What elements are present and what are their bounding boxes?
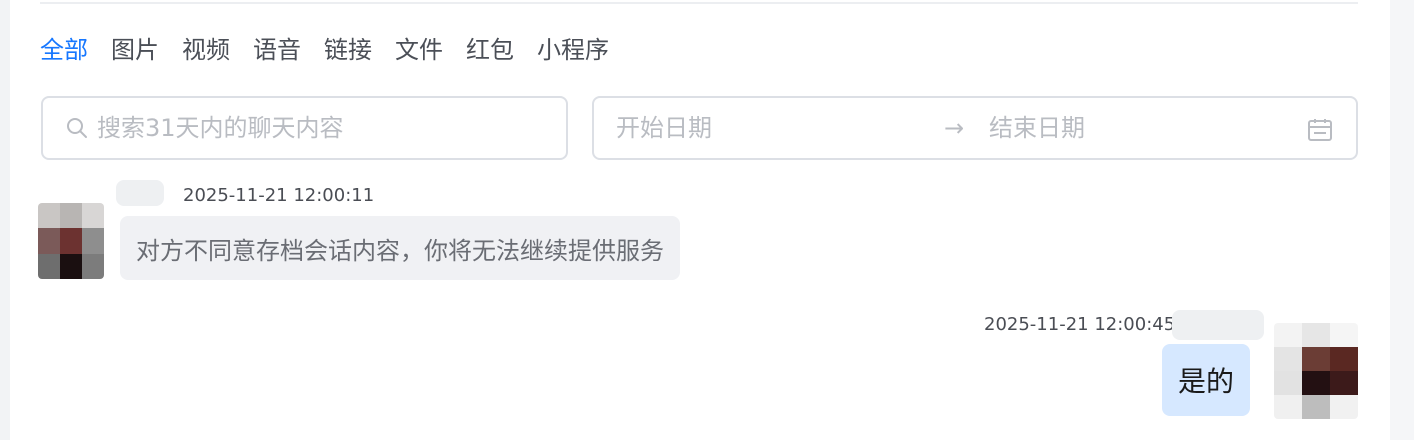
tab-files[interactable]: 文件 xyxy=(395,32,443,68)
tab-links[interactable]: 链接 xyxy=(324,32,372,68)
search-icon xyxy=(67,118,87,138)
calendar-icon[interactable] xyxy=(1306,116,1334,144)
outgoing-message-bubble: 是的 xyxy=(1162,344,1251,416)
tab-videos[interactable]: 视频 xyxy=(182,32,230,68)
avatar-pixel xyxy=(1274,347,1302,371)
tab-mini-programs[interactable]: 小程序 xyxy=(537,32,609,68)
avatar-pixel xyxy=(82,253,104,279)
avatar-pixel xyxy=(1274,371,1302,395)
tab-images[interactable]: 图片 xyxy=(111,32,159,68)
avatar-pixel xyxy=(38,228,60,254)
sender-name-redacted xyxy=(1172,310,1264,340)
filter-tabs: 全部 图片 视频 语音 链接 文件 红包 小程序 xyxy=(40,32,632,68)
avatar-pixel xyxy=(1302,323,1330,347)
right-gutter xyxy=(1390,0,1414,440)
message-timestamp: 2025-11-21 12:00:45 xyxy=(984,314,1176,335)
avatar-pixel xyxy=(82,228,104,254)
end-date-input[interactable] xyxy=(989,114,1249,142)
avatar-pixel xyxy=(1330,371,1358,395)
sender-name-redacted xyxy=(116,180,164,206)
avatar-pixel xyxy=(1302,347,1330,371)
tab-voice[interactable]: 语音 xyxy=(253,32,301,68)
tab-all[interactable]: 全部 xyxy=(40,32,88,68)
left-edge-mark xyxy=(0,62,8,78)
avatar-pixel xyxy=(38,253,60,279)
avatar-pixel xyxy=(1302,395,1330,419)
avatar-pixel xyxy=(1330,395,1358,419)
avatar-pixel xyxy=(38,203,60,229)
top-divider xyxy=(40,2,1358,4)
search-field[interactable] xyxy=(41,96,568,160)
avatar-pixel xyxy=(82,203,104,229)
own-avatar[interactable] xyxy=(1274,323,1358,419)
start-date-input[interactable] xyxy=(616,114,876,142)
avatar-pixel xyxy=(1274,395,1302,419)
avatar-pixel xyxy=(1274,323,1302,347)
search-input[interactable] xyxy=(97,114,517,142)
date-range-picker[interactable]: → xyxy=(592,96,1358,160)
avatar-pixel xyxy=(1330,347,1358,371)
date-range-separator: → xyxy=(944,114,965,142)
avatar-pixel xyxy=(60,228,82,254)
avatar-pixel xyxy=(1330,323,1358,347)
avatar-pixel xyxy=(1302,371,1330,395)
message-timestamp: 2025-11-21 12:00:11 xyxy=(183,185,375,206)
sender-avatar[interactable] xyxy=(38,203,104,279)
tab-red-packets[interactable]: 红包 xyxy=(466,32,514,68)
avatar-pixel xyxy=(60,253,82,279)
avatar-pixel xyxy=(60,203,82,229)
incoming-message-bubble: 对方不同意存档会话内容，你将无法继续提供服务 xyxy=(120,216,680,280)
